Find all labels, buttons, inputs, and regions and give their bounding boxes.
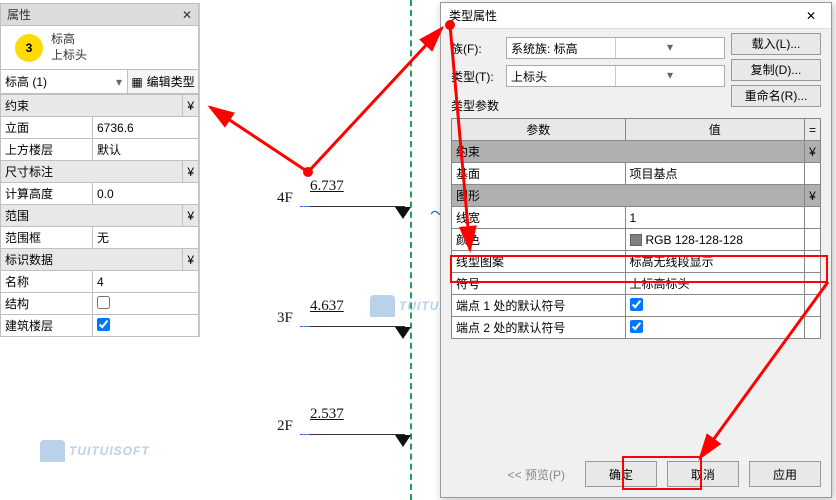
building-checkbox[interactable]	[97, 318, 110, 331]
section-toggle[interactable]: ¥	[804, 141, 820, 163]
family-label: 族(F):	[451, 40, 506, 57]
type-selector-row: 标高 (1) ▾ ▦ 编辑类型	[0, 70, 199, 94]
rename-button[interactable]: 重命名(R)...	[731, 85, 821, 107]
row-label: 计算高度	[1, 183, 93, 205]
type-params-grid: 参数 值 = 约束¥ 基面项目基点 图形¥ 线宽1 颜色RGB 128-128-…	[451, 118, 821, 339]
row-value[interactable]: 4	[93, 271, 199, 293]
level-elevation[interactable]: 2.537	[310, 406, 344, 423]
apply-button[interactable]: 应用	[749, 461, 821, 487]
row-value[interactable]: 无	[93, 227, 199, 249]
row-label: 上方楼层	[1, 139, 93, 161]
dialog-title: 类型属性	[449, 7, 497, 24]
level-line[interactable]	[310, 206, 405, 207]
annotation-highlight-row	[450, 255, 828, 283]
row-value[interactable]	[625, 295, 804, 317]
instance-selector-value: 标高 (1)	[1, 70, 111, 93]
col-eq: =	[804, 119, 820, 141]
row-label: 立面	[1, 117, 93, 139]
end1-checkbox[interactable]	[630, 298, 643, 311]
row-label: 线宽	[452, 207, 626, 229]
section-dims[interactable]: 尺寸标注	[1, 161, 183, 183]
section-graphics[interactable]: 图形	[452, 185, 805, 207]
type-select[interactable]: 上标头 ▾	[506, 65, 725, 87]
level-line[interactable]	[310, 326, 405, 327]
annotation-highlight-ok	[622, 456, 702, 490]
instance-selector[interactable]: 标高 (1) ▾	[1, 70, 128, 93]
edit-type-label: 编辑类型	[147, 73, 195, 90]
properties-panel: 属性 ✕ 3 标高 上标头 标高 (1) ▾ ▦ 编辑类型 约束¥ 立面6736…	[0, 3, 200, 337]
row-label: 基面	[452, 163, 626, 185]
row-label: 结构	[1, 293, 93, 315]
row-value[interactable]: 0.0	[93, 183, 199, 205]
type-properties-dialog: 类型属性 ✕ 族(F): 系统族: 标高 ▾ 类型(T): 上标头 ▾ 载入(L…	[440, 2, 832, 498]
section-constraints[interactable]: 约束	[1, 95, 183, 117]
row-label: 颜色	[452, 229, 626, 251]
grid-icon: ▦	[131, 75, 142, 89]
col-param: 参数	[452, 119, 626, 141]
properties-header: 属性 ✕	[0, 3, 199, 26]
watermark: TUITUISOFT	[40, 440, 150, 462]
row-label: 名称	[1, 271, 93, 293]
col-value: 值	[625, 119, 804, 141]
family-value: 系统族: 标高	[507, 38, 615, 58]
type-preview[interactable]: 3 标高 上标头	[0, 26, 199, 70]
chevron-down-icon: ▾	[615, 38, 724, 58]
level-name[interactable]: 3F	[277, 310, 293, 327]
section-constraints[interactable]: 约束	[452, 141, 805, 163]
type-label: 类型(T):	[451, 68, 506, 85]
row-value[interactable]: 项目基点	[625, 163, 804, 185]
struct-checkbox[interactable]	[97, 296, 110, 309]
properties-title: 属性	[7, 6, 31, 23]
grid-line	[410, 0, 412, 500]
end2-checkbox[interactable]	[630, 320, 643, 333]
properties-grid: 约束¥ 立面6736.6 上方楼层默认 尺寸标注¥ 计算高度0.0 范围¥ 范围…	[0, 94, 199, 337]
type-subname: 上标头	[51, 48, 87, 64]
row-value[interactable]: 默认	[93, 139, 199, 161]
load-button[interactable]: 载入(L)...	[731, 33, 821, 55]
section-identity[interactable]: 标识数据	[1, 249, 183, 271]
level-name[interactable]: 2F	[277, 418, 293, 435]
level-marker-icon	[395, 327, 411, 339]
elephant-icon	[40, 440, 65, 462]
row-label: 端点 2 处的默认符号	[452, 317, 626, 339]
row-label: 建筑楼层	[1, 315, 93, 337]
row-value[interactable]	[93, 315, 199, 337]
level-marker-icon	[395, 435, 411, 447]
color-swatch	[630, 234, 642, 246]
level-elevation[interactable]: 6.737	[310, 178, 344, 195]
close-icon[interactable]: ✕	[182, 8, 192, 22]
section-extent[interactable]: 范围	[1, 205, 183, 227]
chevron-down-icon: ▾	[615, 66, 724, 86]
preview-button[interactable]: << 预览(P)	[508, 466, 565, 483]
row-value[interactable]: 1	[625, 207, 804, 229]
section-toggle[interactable]: ¥	[183, 205, 199, 227]
section-toggle[interactable]: ¥	[804, 185, 820, 207]
row-value[interactable]: RGB 128-128-128	[625, 229, 804, 251]
section-toggle[interactable]: ¥	[183, 249, 199, 271]
level-name[interactable]: 4F	[277, 190, 293, 207]
level-marker-icon	[395, 207, 411, 219]
copy-button[interactable]: 复制(D)...	[731, 59, 821, 81]
row-value[interactable]: 6736.6	[93, 117, 199, 139]
edit-type-button[interactable]: ▦ 编辑类型	[128, 70, 198, 93]
dialog-titlebar[interactable]: 类型属性 ✕	[441, 3, 831, 29]
type-name: 标高	[51, 32, 87, 48]
family-select[interactable]: 系统族: 标高 ▾	[506, 37, 725, 59]
annotation-badge: 3	[15, 34, 43, 62]
level-line[interactable]	[310, 434, 405, 435]
section-toggle[interactable]: ¥	[183, 95, 199, 117]
row-value[interactable]	[625, 317, 804, 339]
level-elevation[interactable]: 4.637	[310, 298, 344, 315]
type-value: 上标头	[507, 66, 615, 86]
type-labels: 标高 上标头	[51, 32, 87, 63]
row-value[interactable]	[93, 293, 199, 315]
chevron-down-icon: ▾	[111, 75, 127, 89]
section-toggle[interactable]: ¥	[183, 161, 199, 183]
row-label: 范围框	[1, 227, 93, 249]
row-label: 端点 1 处的默认符号	[452, 295, 626, 317]
close-icon[interactable]: ✕	[799, 9, 823, 23]
